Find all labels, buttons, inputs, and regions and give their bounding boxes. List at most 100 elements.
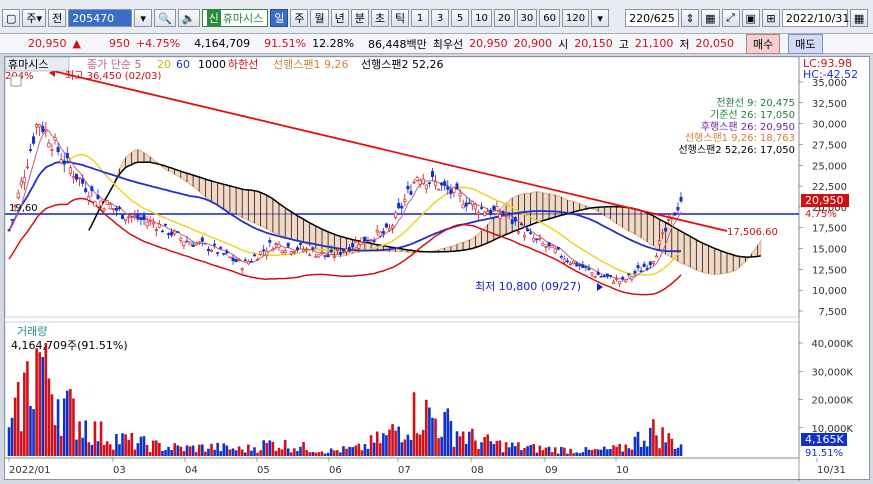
market-select[interactable]: 주 ▾ [22,9,47,27]
candle-body [295,247,299,251]
volume-bar [649,427,652,456]
volume-bar [219,451,223,456]
period-week-button[interactable]: 주 [290,9,309,27]
candle-body [326,255,330,258]
low-value: 20,050 [695,37,735,50]
interval-dropdown-icon[interactable]: ▾ [591,9,610,27]
interval-120-button[interactable]: 120 [562,9,590,27]
high-label: 고 [618,37,629,51]
candle-body [526,228,530,232]
volume-bar [228,449,232,456]
period-minute-button[interactable]: 분 [350,9,369,27]
volume-bar [477,448,480,456]
candle-body [651,261,655,264]
stock-code-input[interactable]: 205470 [68,9,133,27]
candle-body [452,186,456,194]
search-icon[interactable]: 🔍 [154,9,176,27]
volume-title: 거래량 [17,325,47,338]
candle-body [191,244,195,247]
period-second-button[interactable]: 초 [370,9,389,27]
price-chart[interactable]: 휴마시스 종가 단순 5 20 60 1000 하한선 선행스팬1 9,26 선… [4,56,871,481]
volume-bar [612,445,615,456]
stock-name[interactable]: 신 휴마시스 [201,9,269,27]
interval-5-button[interactable]: 5 [451,9,470,27]
price-tick-label: 12,500 [812,265,847,276]
x-tick-label: 06 [329,465,342,476]
candle-body [618,281,622,285]
quote-vol-ratio: 91.51% [264,37,307,50]
candle-body [400,205,404,209]
candle-body [53,137,57,141]
candle-body [127,216,131,219]
best-bid: 20,900 [513,37,553,50]
volume-bar [259,450,262,456]
volume-bar [425,399,428,456]
chart-area[interactable]: 휴마시스 종가 단순 5 20 60 1000 하한선 선행스팬1 9,26 선… [4,56,871,481]
volume-bar [375,431,379,456]
calendar-icon[interactable]: ▦ [849,9,869,27]
sell-button[interactable]: 매도 [788,33,823,54]
candle-body [317,254,321,257]
volume-bar [201,444,204,456]
volume-bar [664,442,667,456]
date-field[interactable]: 2022/10/31 [781,9,849,27]
interval-30-button[interactable]: 30 [516,9,538,27]
tool-icon[interactable]: ⤢ [721,9,740,27]
volume-tick-label: 40,000K [811,339,853,350]
volume-bar [391,424,394,456]
candle-body [157,223,161,228]
volume-bar [69,388,72,456]
volume-bar [130,432,134,456]
count-field[interactable]: 220/625 [625,9,680,27]
jeon-button[interactable]: 전 [48,9,67,27]
buy-button[interactable]: 매수 [746,33,781,54]
candle-body [464,202,468,207]
candle-body [148,220,152,222]
volume-bar [179,446,183,456]
scroll-up-icon[interactable]: ⇕ [681,9,700,27]
legend-ma5: 종가 단순 5 [87,58,141,71]
ichimoku-line-4: 선행스팬1 9,26: 18,763 [685,132,795,144]
volume-bar [486,434,489,456]
candle-body [679,196,683,202]
candle-body [593,275,597,278]
volume-bar [495,440,499,456]
volume-bar [412,392,416,456]
candle-body [538,238,542,240]
speaker-icon[interactable]: 🔈 [177,9,200,27]
candle-body [308,254,312,257]
candle-body [363,236,367,242]
interval-20-button[interactable]: 20 [493,9,515,27]
save-icon[interactable]: ▣ [741,9,760,27]
candle-body [81,178,85,184]
legend-span2: 선행스팬2 52,26 [361,58,443,71]
volume-bar [507,447,511,456]
window-icon[interactable]: ▢ [2,9,21,27]
candle-body [338,251,342,255]
volume-bar [72,398,75,456]
interval-1-button[interactable]: 1 [411,9,430,27]
volume-bar [99,421,103,456]
volume-bar [517,442,520,456]
interval-3-button[interactable]: 3 [431,9,450,27]
candle-body [529,232,533,234]
candle-body [375,229,379,233]
volume-bar [314,452,318,456]
code-dropdown-icon[interactable]: ▾ [134,9,153,27]
grid-icon[interactable]: ▦ [701,9,720,27]
fullscreen-icon[interactable]: ⊞ [761,9,780,27]
quote-volume: 4,164,709 [194,37,251,50]
volume-bar [194,452,198,456]
period-day-button[interactable]: 일 [270,9,289,27]
volume-bar [587,449,591,456]
interval-60-button[interactable]: 60 [539,9,561,27]
candle-body [231,257,235,262]
calc-icon[interactable] [10,75,22,87]
interval-10-button[interactable]: 10 [471,9,492,27]
period-month-button[interactable]: 월 [310,9,329,27]
volume-bar [501,452,505,456]
period-tick-button[interactable]: 틱 [390,9,410,27]
candle-body [547,242,551,247]
candle-body [381,230,385,234]
period-year-button[interactable]: 년 [330,9,349,27]
